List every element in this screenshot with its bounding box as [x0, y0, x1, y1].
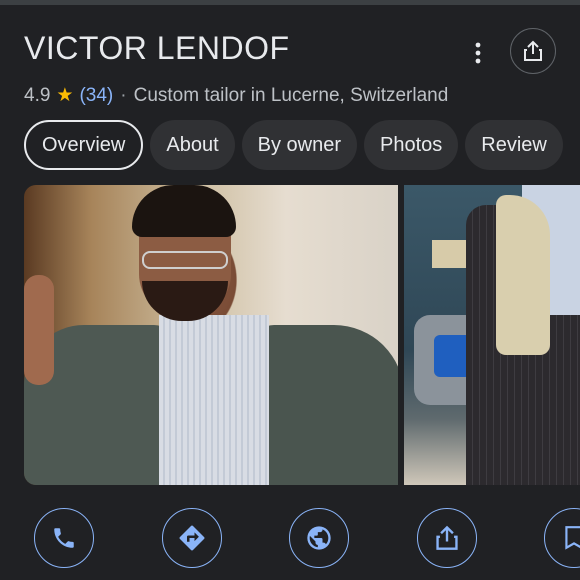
rating-row: 4.9 ★ (34) · Custom tailor in Lucerne, S…: [24, 84, 448, 107]
tab-photos[interactable]: Photos: [364, 120, 459, 170]
photo-detail: [254, 325, 398, 485]
directions-icon: [179, 525, 205, 551]
more-vert-icon: [475, 42, 481, 64]
category-location: Custom tailor in Lucerne, Switzerland: [133, 84, 449, 106]
share-icon: [524, 40, 542, 61]
call-button[interactable]: [34, 508, 94, 568]
top-divider: [0, 0, 580, 5]
photo-detail: [142, 251, 228, 269]
tab-bar: Overview About By owner Photos Review: [24, 120, 580, 172]
phone-icon: [54, 528, 74, 548]
tab-overview[interactable]: Overview: [24, 120, 144, 170]
rating-value: 4.9: [24, 84, 51, 106]
photo-suit-fitting[interactable]: [404, 185, 580, 485]
website-icon: [307, 526, 331, 550]
photo-detail: [496, 195, 550, 355]
separator-dot: ·: [120, 84, 127, 106]
save-button[interactable]: [544, 508, 580, 568]
photo-detail: [24, 275, 54, 385]
save-icon: [565, 526, 580, 550]
review-count-link[interactable]: (34): [79, 85, 113, 107]
star-icon: ★: [56, 85, 74, 106]
action-bar: [0, 508, 580, 568]
photo-tailor-portrait[interactable]: [24, 185, 398, 485]
tab-about[interactable]: About: [150, 120, 235, 170]
share-button[interactable]: [510, 28, 556, 74]
directions-button[interactable]: [162, 508, 222, 568]
share-icon: [436, 525, 458, 550]
more-options-button[interactable]: [463, 38, 493, 68]
photo-detail: [132, 185, 236, 237]
website-button[interactable]: [289, 508, 349, 568]
tab-by-owner[interactable]: By owner: [241, 120, 357, 170]
place-title: VICTOR LENDOF: [24, 30, 290, 66]
tab-reviews[interactable]: Review: [465, 120, 563, 170]
photo-detail: [159, 315, 269, 485]
share-place-button[interactable]: [417, 508, 477, 568]
